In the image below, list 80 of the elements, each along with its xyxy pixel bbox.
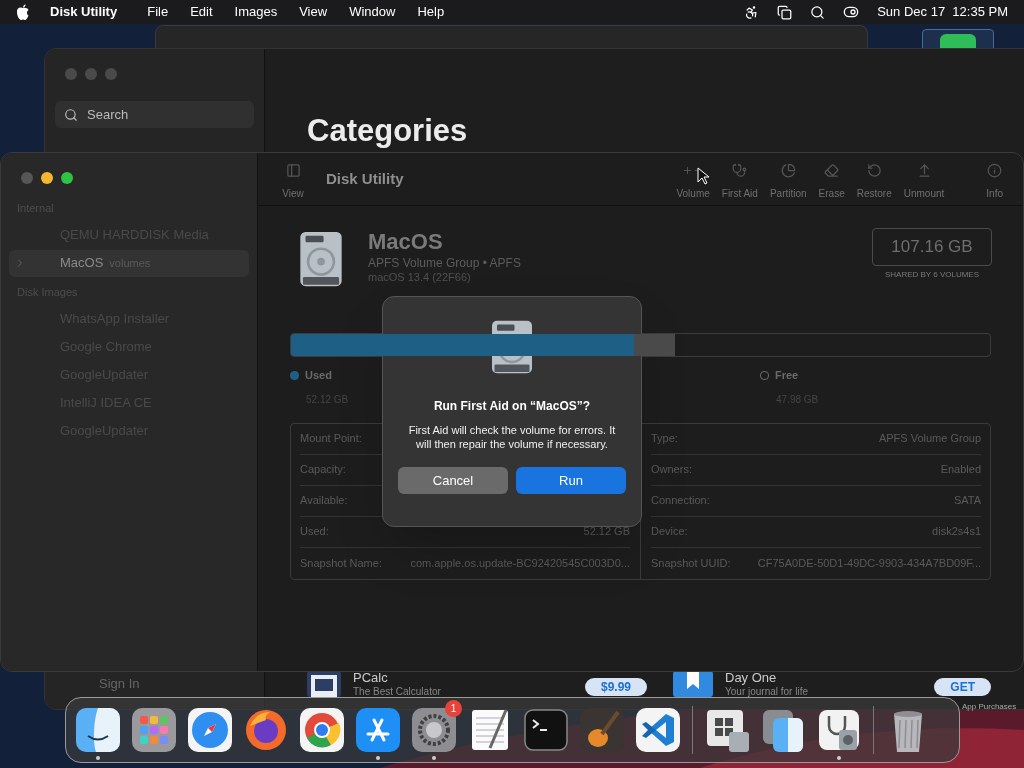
- volume-name: MacOS: [368, 228, 444, 256]
- info-value: APFS Volume Group: [877, 431, 981, 447]
- screen-mirroring-icon[interactable]: [777, 4, 793, 20]
- app-store-icon[interactable]: [354, 706, 402, 754]
- sidebar-toggle-icon[interactable]: [285, 163, 301, 178]
- app-name: PCalc: [353, 671, 389, 684]
- info-label: Snapshot Name:: [300, 555, 382, 571]
- info-label: Snapshot UUID:: [651, 555, 731, 571]
- menu-item[interactable]: Help: [417, 2, 445, 22]
- zoom-window-button[interactable]: [61, 172, 73, 184]
- search-icon[interactable]: [810, 4, 826, 20]
- info-label: Owners:: [651, 462, 692, 478]
- info-label: Connection:: [651, 493, 710, 509]
- toolbar-button[interactable]: Restore: [856, 163, 892, 201]
- calculator-app-icon: [307, 671, 341, 697]
- firstaid-icon: [732, 163, 748, 178]
- app-subtitle: The Best Calculator: [353, 687, 442, 697]
- dialog-button[interactable]: Cancel: [398, 467, 508, 494]
- in-app-purchases-note: App Purchases: [962, 701, 1017, 713]
- info-icon: [987, 163, 1003, 178]
- terminal-icon[interactable]: [522, 706, 570, 754]
- code-editor-icon[interactable]: [634, 706, 682, 754]
- shared-volumes-note: SHARED BY 6 VOLUMES: [884, 269, 980, 281]
- legend-label: Free: [775, 368, 799, 383]
- app-subtitle: Your journal for life: [725, 687, 809, 697]
- notification-badge: 1: [445, 700, 462, 717]
- app-name: Day One: [725, 671, 778, 684]
- gear-icon[interactable]: [410, 706, 458, 754]
- toolbar-button[interactable]: Erase: [818, 163, 845, 201]
- bookmark-app-icon: [673, 671, 713, 697]
- erase-icon: [824, 163, 840, 178]
- info-label: Type:: [651, 431, 678, 447]
- info-value: disk2s4s1: [931, 524, 981, 540]
- info-label: Capacity:: [300, 462, 346, 478]
- menu-item[interactable]: Images: [234, 2, 278, 22]
- info-value: CF75A0DE-50D1-49DC-9903-434A7BD09F...: [756, 555, 981, 571]
- dialog-title: Run First Aid on “MacOS”?: [433, 398, 591, 415]
- chrome-icon[interactable]: [298, 706, 346, 754]
- menu-item[interactable]: File: [147, 2, 169, 22]
- sign-in-link[interactable]: Sign In: [99, 676, 140, 691]
- info-label: Used:: [300, 524, 329, 540]
- toolbar-button[interactable]: Info: [986, 163, 1003, 201]
- volume-type: APFS Volume Group • APFS: [368, 255, 521, 271]
- window-title: Disk Utility: [326, 169, 404, 189]
- control-center-icon[interactable]: [843, 4, 860, 20]
- page-heading: Categories: [307, 112, 469, 150]
- menu-item[interactable]: Edit: [190, 2, 213, 22]
- menu-item[interactable]: Window: [349, 2, 396, 22]
- pointer-icon: [697, 167, 709, 185]
- menu-item[interactable]: View: [299, 2, 328, 22]
- app-grid-icon[interactable]: [130, 706, 178, 754]
- search-field[interactable]: Search: [55, 101, 254, 128]
- accessibility-icon[interactable]: [744, 4, 760, 20]
- info-label: Available:: [300, 493, 348, 509]
- finder-icon[interactable]: [74, 706, 122, 754]
- dialog-message: First Aid will check the volume for errors. It will then repair the volume if necessary.: [407, 423, 617, 451]
- toolbar-label: View: [282, 187, 304, 201]
- price-button[interactable]: GET: [934, 678, 991, 696]
- sidebar-item-label: MacOS: [60, 254, 104, 273]
- dialog-button[interactable]: Run: [516, 467, 626, 494]
- price-button[interactable]: $9.99: [584, 678, 647, 696]
- apple-logo-icon[interactable]: [16, 4, 30, 20]
- info-label: Device:: [651, 524, 688, 540]
- volume-size: 107.16 GB: [872, 228, 992, 266]
- info-value: Enabled: [939, 462, 981, 478]
- toolbar-button[interactable]: First Aid: [721, 163, 758, 201]
- partition-icon: [780, 163, 796, 178]
- restore-icon: [866, 163, 882, 178]
- toolbar-button[interactable]: Unmount: [903, 163, 945, 201]
- menu-bar-clock[interactable]: Sun Dec 17 12:35 PM: [877, 2, 1008, 22]
- search-icon: [64, 108, 78, 122]
- toolbar-button[interactable]: Partition: [769, 163, 807, 201]
- guitar-icon[interactable]: [578, 706, 626, 754]
- info-label: Mount Point:: [300, 431, 362, 447]
- info-value: com.apple.os.update-BC92420545C003D0...: [409, 555, 630, 571]
- info-value: SATA: [952, 493, 981, 509]
- app-menu[interactable]: Disk Utility: [50, 2, 118, 22]
- minimize-window-button[interactable]: [41, 172, 53, 184]
- legend-label: Used: [305, 368, 332, 383]
- compass-icon[interactable]: [186, 706, 234, 754]
